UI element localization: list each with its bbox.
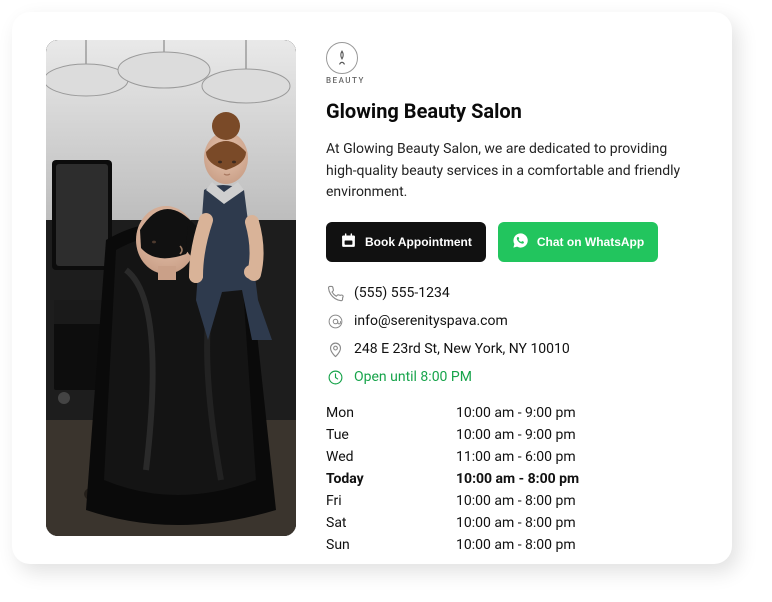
business-card: BEAUTY Glowing Beauty Salon At Glowing B…: [12, 12, 732, 564]
hours-row: Sat10:00 am - 8:00 pm: [326, 512, 700, 534]
hours-day: Fri: [326, 490, 456, 512]
logo-block: BEAUTY: [326, 42, 700, 85]
calendar-icon: [340, 232, 357, 252]
phone-icon: [326, 284, 344, 302]
hours-row: Today10:00 am - 8:00 pm: [326, 468, 700, 490]
book-appointment-button[interactable]: Book Appointment: [326, 222, 486, 262]
open-status-text: Open until 8:00 PM: [354, 369, 472, 385]
business-description: At Glowing Beauty Salon, we are dedicate…: [326, 139, 700, 204]
email-text: info@serenityspava.com: [354, 313, 508, 329]
email-row[interactable]: info@serenityspava.com: [326, 312, 700, 330]
brand-logo-icon: [326, 42, 358, 74]
hero-image: [46, 40, 296, 536]
whatsapp-icon: [512, 232, 529, 252]
hours-day: Tue: [326, 424, 456, 446]
hours-day: Today: [326, 468, 456, 490]
hours-day: Sat: [326, 512, 456, 534]
business-title: Glowing Beauty Salon: [326, 99, 700, 123]
book-appointment-label: Book Appointment: [365, 235, 472, 249]
hours-time: 10:00 am - 8:00 pm: [456, 512, 700, 534]
hours-row: Wed11:00 am - 6:00 pm: [326, 446, 700, 468]
hours-day: Sun: [326, 534, 456, 556]
hours-table: Mon10:00 am - 9:00 pmTue10:00 am - 9:00 …: [326, 402, 700, 556]
clock-icon: [326, 368, 344, 386]
phone-row[interactable]: (555) 555-1234: [326, 284, 700, 302]
hours-time: 10:00 am - 8:00 pm: [456, 490, 700, 512]
hours-day: Mon: [326, 402, 456, 424]
email-icon: [326, 312, 344, 330]
open-status-row: Open until 8:00 PM: [326, 368, 700, 386]
hours-day: Wed: [326, 446, 456, 468]
whatsapp-button[interactable]: Chat on WhatsApp: [498, 222, 658, 262]
hours-time: 10:00 am - 8:00 pm: [456, 468, 700, 490]
hours-time: 10:00 am - 9:00 pm: [456, 424, 700, 446]
address-row[interactable]: 248 E 23rd St, New York, NY 10010: [326, 340, 700, 358]
phone-text: (555) 555-1234: [354, 285, 450, 301]
location-icon: [326, 340, 344, 358]
hours-row: Fri10:00 am - 8:00 pm: [326, 490, 700, 512]
hours-row: Tue10:00 am - 9:00 pm: [326, 424, 700, 446]
action-buttons: Book Appointment Chat on WhatsApp: [326, 222, 700, 262]
hours-time: 11:00 am - 6:00 pm: [456, 446, 700, 468]
whatsapp-label: Chat on WhatsApp: [537, 235, 644, 249]
hours-time: 10:00 am - 8:00 pm: [456, 534, 700, 556]
hours-row: Mon10:00 am - 9:00 pm: [326, 402, 700, 424]
hours-row: Sun10:00 am - 8:00 pm: [326, 534, 700, 556]
contact-list: (555) 555-1234 info@serenityspava.com: [326, 284, 700, 386]
hours-time: 10:00 am - 9:00 pm: [456, 402, 700, 424]
address-text: 248 E 23rd St, New York, NY 10010: [354, 341, 570, 357]
content-column: BEAUTY Glowing Beauty Salon At Glowing B…: [326, 40, 700, 536]
brand-logo-text: BEAUTY: [326, 76, 700, 85]
